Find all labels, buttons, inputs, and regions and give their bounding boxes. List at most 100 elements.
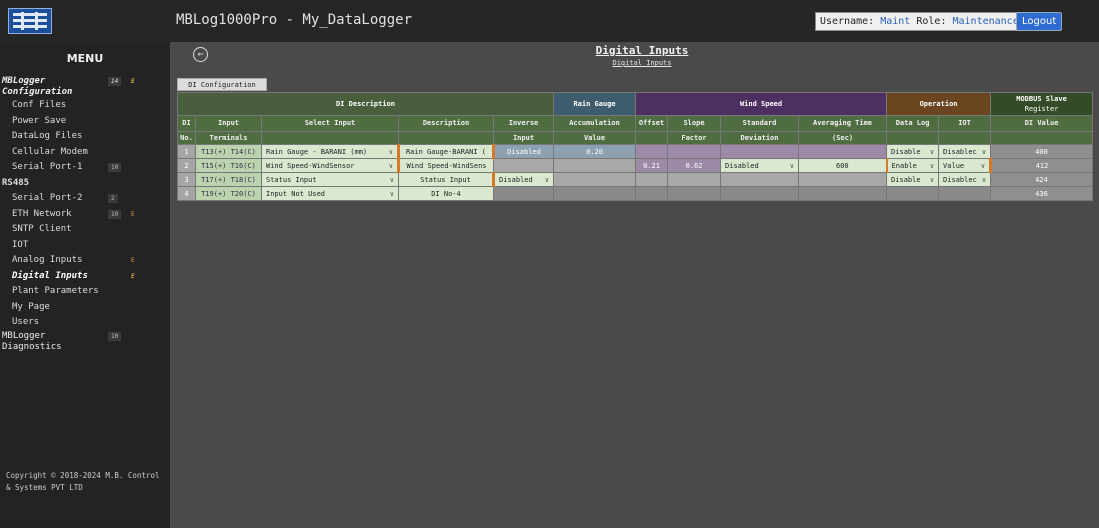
- iot-dropdown[interactable]: Disablec ∨: [938, 144, 992, 159]
- user-info: Username: Maint Role: Maintenance: [815, 12, 1024, 31]
- chevron-down-icon: ∨: [981, 175, 987, 184]
- count-badge: 10: [108, 163, 122, 172]
- sidebar-item-plant-parameters[interactable]: Plant Parameters: [0, 284, 170, 300]
- sidebar-item-cellular-modem[interactable]: Cellular Modem: [0, 145, 170, 161]
- sidebar-item-serial-port-1[interactable]: Serial Port-1 10: [0, 160, 170, 176]
- modbus-header-line1: MODBUS Slave: [1016, 95, 1067, 103]
- col-header-di-value: DI Value: [990, 115, 1094, 132]
- sidebar-item-sntp-client[interactable]: SNTP Client: [0, 222, 170, 238]
- sidebar-item-datalog-files[interactable]: DataLog Files: [0, 129, 170, 145]
- select-input-dropdown[interactable]: Rain Gauge - BARANI (mm) ∨: [261, 144, 400, 159]
- modbus-register-value: 436: [990, 186, 1094, 201]
- flag-badge: E: [131, 272, 135, 280]
- cell-di-no: 4: [177, 186, 196, 201]
- back-arrow-icon[interactable]: ⇐: [193, 47, 208, 62]
- chevron-down-icon: ∨: [981, 147, 987, 156]
- group-header-description: DI Description: [176, 92, 555, 116]
- accumulation-value: [553, 158, 637, 173]
- sidebar-item-label: ETH Network: [12, 208, 72, 219]
- sidebar-group-configuration[interactable]: MBLogger Configuration 14 E: [0, 76, 170, 98]
- group-header-modbus: MODBUS Slave Register: [990, 92, 1094, 116]
- col-header-iot: IOT: [938, 115, 992, 132]
- chevron-down-icon: ∨: [929, 161, 935, 170]
- modbus-register-value: 424: [990, 172, 1094, 187]
- count-badge: 2: [108, 194, 118, 203]
- col-header-inverse-input: Inverse: [492, 115, 555, 132]
- col-header-di-no: DI: [177, 115, 196, 132]
- std-dev-value: [720, 186, 800, 201]
- cell-di-no: 3: [177, 172, 196, 187]
- cell-di-no: 1: [177, 144, 196, 159]
- col-header-description: Description: [398, 115, 494, 132]
- inverse-input-value: [492, 158, 555, 173]
- description-field[interactable]: Wind Speed-WindSens: [398, 158, 494, 173]
- chevron-down-icon: ∨: [389, 175, 394, 184]
- modbus-register-value: 412: [990, 158, 1094, 173]
- description-field[interactable]: Status Input: [398, 172, 495, 187]
- iot-dropdown[interactable]: Disablec ∨: [938, 172, 992, 187]
- sidebar-item-serial-port-2[interactable]: Serial Port-2 2: [0, 191, 170, 207]
- sidebar-item-my-page[interactable]: My Page: [0, 300, 170, 316]
- table-row: 3 T17(+) T18(C) Status Input ∨ Status Inp…: [177, 172, 1094, 187]
- data-log-dropdown[interactable]: Disable ∨: [886, 144, 940, 159]
- sidebar-item-analog-inputs[interactable]: Analog Inputs E: [0, 253, 170, 269]
- avg-time-input[interactable]: 600: [798, 158, 888, 173]
- iot-dropdown[interactable]: Value ∨: [938, 158, 993, 173]
- sidebar-item-label: DataLog Files: [12, 131, 83, 141]
- table-row: 1 T13(+) T14(C) Rain Gauge - BARANI (mm)…: [177, 144, 1094, 159]
- accumulation-value: 0.20: [553, 144, 637, 159]
- inverse-input-dropdown[interactable]: Disabled ∨: [492, 172, 555, 187]
- logout-button[interactable]: Logout: [1016, 12, 1063, 31]
- slope-value: [667, 172, 722, 187]
- slope-value[interactable]: 0.62: [667, 158, 722, 173]
- sidebar-item-digital-inputs[interactable]: Digital Inputs E: [0, 269, 170, 285]
- col-header-slope: Slope: [667, 115, 722, 132]
- col-subheader-di-no: No.: [177, 131, 196, 145]
- accumulation-value: [553, 172, 637, 187]
- accumulation-value: [553, 186, 637, 201]
- description-field[interactable]: DI No-4: [398, 186, 494, 201]
- select-input-dropdown[interactable]: Wind Speed-WindSensor ∨: [261, 158, 400, 173]
- di-configuration-table: DI Description Rain Gauge Wind Speed Ope…: [176, 92, 1094, 201]
- role-value: Maintenance: [952, 16, 1019, 27]
- std-dev-dropdown[interactable]: Disabled ∨: [720, 158, 800, 173]
- page-title: Digital Inputs: [595, 44, 689, 57]
- col-header-offset: Offset: [635, 115, 669, 132]
- flag-badge: E: [131, 210, 135, 218]
- tab-di-configuration[interactable]: DI Configuration: [177, 78, 267, 91]
- slope-value: [667, 186, 722, 201]
- sidebar-item-conf-files[interactable]: Conf Files: [0, 98, 170, 114]
- std-dev-value: [720, 172, 800, 187]
- col-subheader-terminals: Terminals: [195, 131, 262, 145]
- sidebar-item-iot[interactable]: IOT: [0, 238, 170, 254]
- menu-heading: MENU: [66, 52, 104, 65]
- table-row: 2 T15(+) T16(C) Wind Speed-WindSensor ∨ W…: [177, 158, 1094, 173]
- sidebar-item-label: My Page: [12, 301, 50, 312]
- description-field[interactable]: Rain Gauge-BARANI (: [398, 144, 495, 159]
- sidebar-group-diagnostics[interactable]: MBLogger Diagnostics 10: [0, 331, 170, 353]
- col-header-data-log: Data Log: [886, 115, 940, 132]
- app-title: MBLog1000Pro - My_DataLogger: [176, 12, 413, 28]
- sidebar-item-label: Serial Port-1: [12, 162, 83, 172]
- group-header-wind-speed: Wind Speed: [635, 92, 888, 116]
- chevron-down-icon: ∨: [388, 161, 393, 170]
- select-input-dropdown[interactable]: Status Input ∨: [261, 172, 399, 187]
- data-log-dropdown[interactable]: Enable ∨: [885, 158, 940, 173]
- sidebar-item-users[interactable]: Users: [0, 315, 170, 331]
- sidebar-item-label: Cellular Modem: [12, 146, 88, 157]
- role-label: Role:: [916, 16, 947, 27]
- select-input-dropdown[interactable]: Input Not Used ∨: [261, 186, 399, 201]
- offset-value[interactable]: 0.21: [635, 158, 669, 173]
- sidebar-item-label: Plant Parameters: [12, 286, 99, 296]
- count-badge: 10: [108, 209, 122, 219]
- sidebar-item-power-save[interactable]: Power Save: [0, 114, 170, 130]
- slope-value: [667, 144, 722, 159]
- group-header-rain-gauge: Rain Gauge: [553, 92, 637, 116]
- sidebar-item-eth-network[interactable]: ETH Network 10 E: [0, 207, 170, 223]
- data-log-dropdown[interactable]: Disable ∨: [886, 172, 940, 187]
- modbus-register-value: 400: [990, 144, 1094, 159]
- chevron-down-icon: ∨: [929, 147, 935, 156]
- sidebar: MENU MBLogger Configuration 14 E Conf Fi…: [0, 42, 170, 528]
- sidebar-item-label: Users: [12, 317, 40, 327]
- sidebar-item-rs485[interactable]: RS485: [0, 176, 170, 192]
